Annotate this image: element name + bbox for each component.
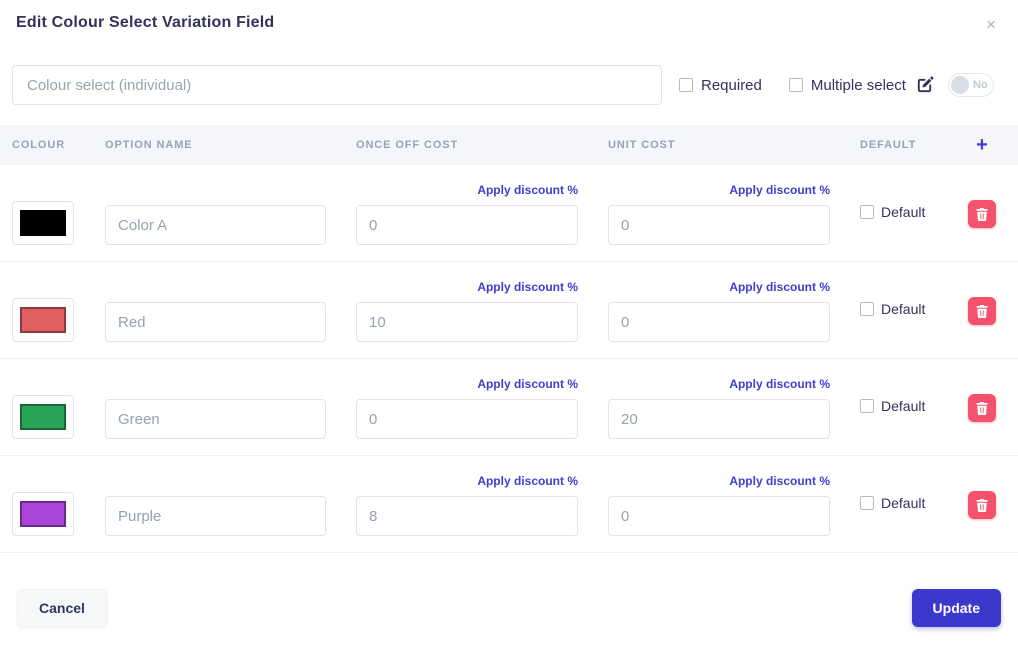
- default-checkbox-input[interactable]: [860, 302, 874, 316]
- modal-footer: Cancel Update: [0, 553, 1018, 627]
- percent-icon: %: [567, 377, 578, 391]
- default-checkbox[interactable]: Default: [860, 204, 925, 220]
- required-label: Required: [701, 76, 762, 94]
- add-option-button[interactable]: +: [968, 135, 996, 155]
- table-row: Apply discount % Apply discount % Defaul…: [0, 359, 1018, 456]
- field-name-input[interactable]: [12, 65, 662, 105]
- multiple-select-label: Multiple select: [810, 76, 906, 94]
- percent-icon: %: [567, 280, 578, 294]
- default-label: Default: [881, 301, 926, 317]
- default-checkbox[interactable]: Default: [860, 301, 925, 317]
- default-checkbox[interactable]: Default: [860, 495, 925, 511]
- trash-icon: [976, 304, 988, 318]
- apply-discount-unit-link[interactable]: Apply discount %: [729, 183, 830, 197]
- column-header-default: Default: [860, 139, 917, 151]
- default-checkbox-input[interactable]: [860, 399, 874, 413]
- toggle-knob: [951, 76, 969, 94]
- default-label: Default: [881, 398, 926, 414]
- modal-title: Edit Colour Select Variation Field: [16, 14, 275, 31]
- unit-cost-input[interactable]: [608, 205, 830, 245]
- delete-option-button[interactable]: [968, 394, 996, 422]
- multiple-select-checkbox-input[interactable]: [788, 78, 803, 92]
- edit-icon[interactable]: [915, 75, 934, 95]
- option-name-input[interactable]: [105, 399, 326, 439]
- apply-discount-unit-link[interactable]: Apply discount %: [729, 280, 830, 294]
- color-swatch-fill: [20, 404, 66, 430]
- toggle-state-label: No: [973, 79, 988, 91]
- unit-cost-input[interactable]: [608, 399, 830, 439]
- delete-option-button[interactable]: [968, 491, 996, 519]
- color-swatch[interactable]: [12, 492, 74, 536]
- apply-discount-unit-link[interactable]: Apply discount %: [729, 377, 830, 391]
- default-checkbox[interactable]: Default: [860, 398, 925, 414]
- close-icon[interactable]: ×: [980, 14, 1002, 35]
- unit-cost-input[interactable]: [608, 302, 830, 342]
- column-header-once-off-cost: Once off cost: [356, 139, 459, 151]
- table-row: Apply discount % Apply discount % Defaul…: [0, 456, 1018, 553]
- percent-icon: %: [567, 474, 578, 488]
- color-swatch[interactable]: [12, 201, 74, 245]
- percent-icon: %: [819, 280, 830, 294]
- default-checkbox-input[interactable]: [860, 496, 874, 510]
- field-controls-row: Required Multiple select No: [0, 65, 1018, 105]
- toggle-switch[interactable]: No: [948, 73, 994, 97]
- option-name-input[interactable]: [105, 496, 326, 536]
- percent-icon: %: [819, 183, 830, 197]
- multiple-select-checkbox[interactable]: Multiple select: [788, 76, 906, 94]
- color-swatch-fill: [20, 501, 66, 527]
- unit-cost-input[interactable]: [608, 496, 830, 536]
- once-off-cost-input[interactable]: [356, 496, 578, 536]
- trash-icon: [976, 498, 988, 512]
- trash-icon: [976, 207, 988, 221]
- required-checkbox[interactable]: Required: [679, 77, 762, 94]
- option-name-input[interactable]: [105, 205, 326, 245]
- apply-discount-once-off-link[interactable]: Apply discount %: [477, 474, 578, 488]
- default-checkbox-input[interactable]: [860, 205, 874, 219]
- delete-option-button[interactable]: [968, 200, 996, 228]
- edit-pencil-icon: [917, 75, 934, 92]
- column-header-option-name: Option name: [105, 139, 193, 151]
- percent-icon: %: [819, 377, 830, 391]
- table-row: Apply discount % Apply discount % Defaul…: [0, 262, 1018, 359]
- delete-option-button[interactable]: [968, 297, 996, 325]
- once-off-cost-input[interactable]: [356, 399, 578, 439]
- edit-variation-field-modal: Edit Colour Select Variation Field × Req…: [0, 0, 1018, 648]
- once-off-cost-input[interactable]: [356, 205, 578, 245]
- cancel-button[interactable]: Cancel: [17, 589, 107, 627]
- required-checkbox-input[interactable]: [679, 78, 693, 92]
- color-swatch[interactable]: [12, 395, 74, 439]
- once-off-cost-input[interactable]: [356, 302, 578, 342]
- percent-icon: %: [819, 474, 830, 488]
- trash-icon: [976, 401, 988, 415]
- apply-discount-once-off-link[interactable]: Apply discount %: [477, 280, 578, 294]
- apply-discount-once-off-link[interactable]: Apply discount %: [477, 377, 578, 391]
- column-header-unit-cost: Unit cost: [608, 139, 676, 151]
- color-swatch-fill: [20, 307, 66, 333]
- apply-discount-unit-link[interactable]: Apply discount %: [729, 474, 830, 488]
- apply-discount-once-off-link[interactable]: Apply discount %: [477, 183, 578, 197]
- modal-header: Edit Colour Select Variation Field ×: [0, 0, 1018, 35]
- default-label: Default: [881, 495, 926, 511]
- percent-icon: %: [567, 183, 578, 197]
- column-header-colour: Colour: [12, 139, 66, 151]
- table-header-row: Colour Option name Once off cost Unit co…: [0, 125, 1018, 165]
- color-swatch[interactable]: [12, 298, 74, 342]
- option-name-input[interactable]: [105, 302, 326, 342]
- update-button[interactable]: Update: [911, 589, 1001, 627]
- default-label: Default: [881, 204, 926, 220]
- table-row: Apply discount % Apply discount % Defaul…: [0, 165, 1018, 262]
- color-swatch-fill: [20, 210, 66, 236]
